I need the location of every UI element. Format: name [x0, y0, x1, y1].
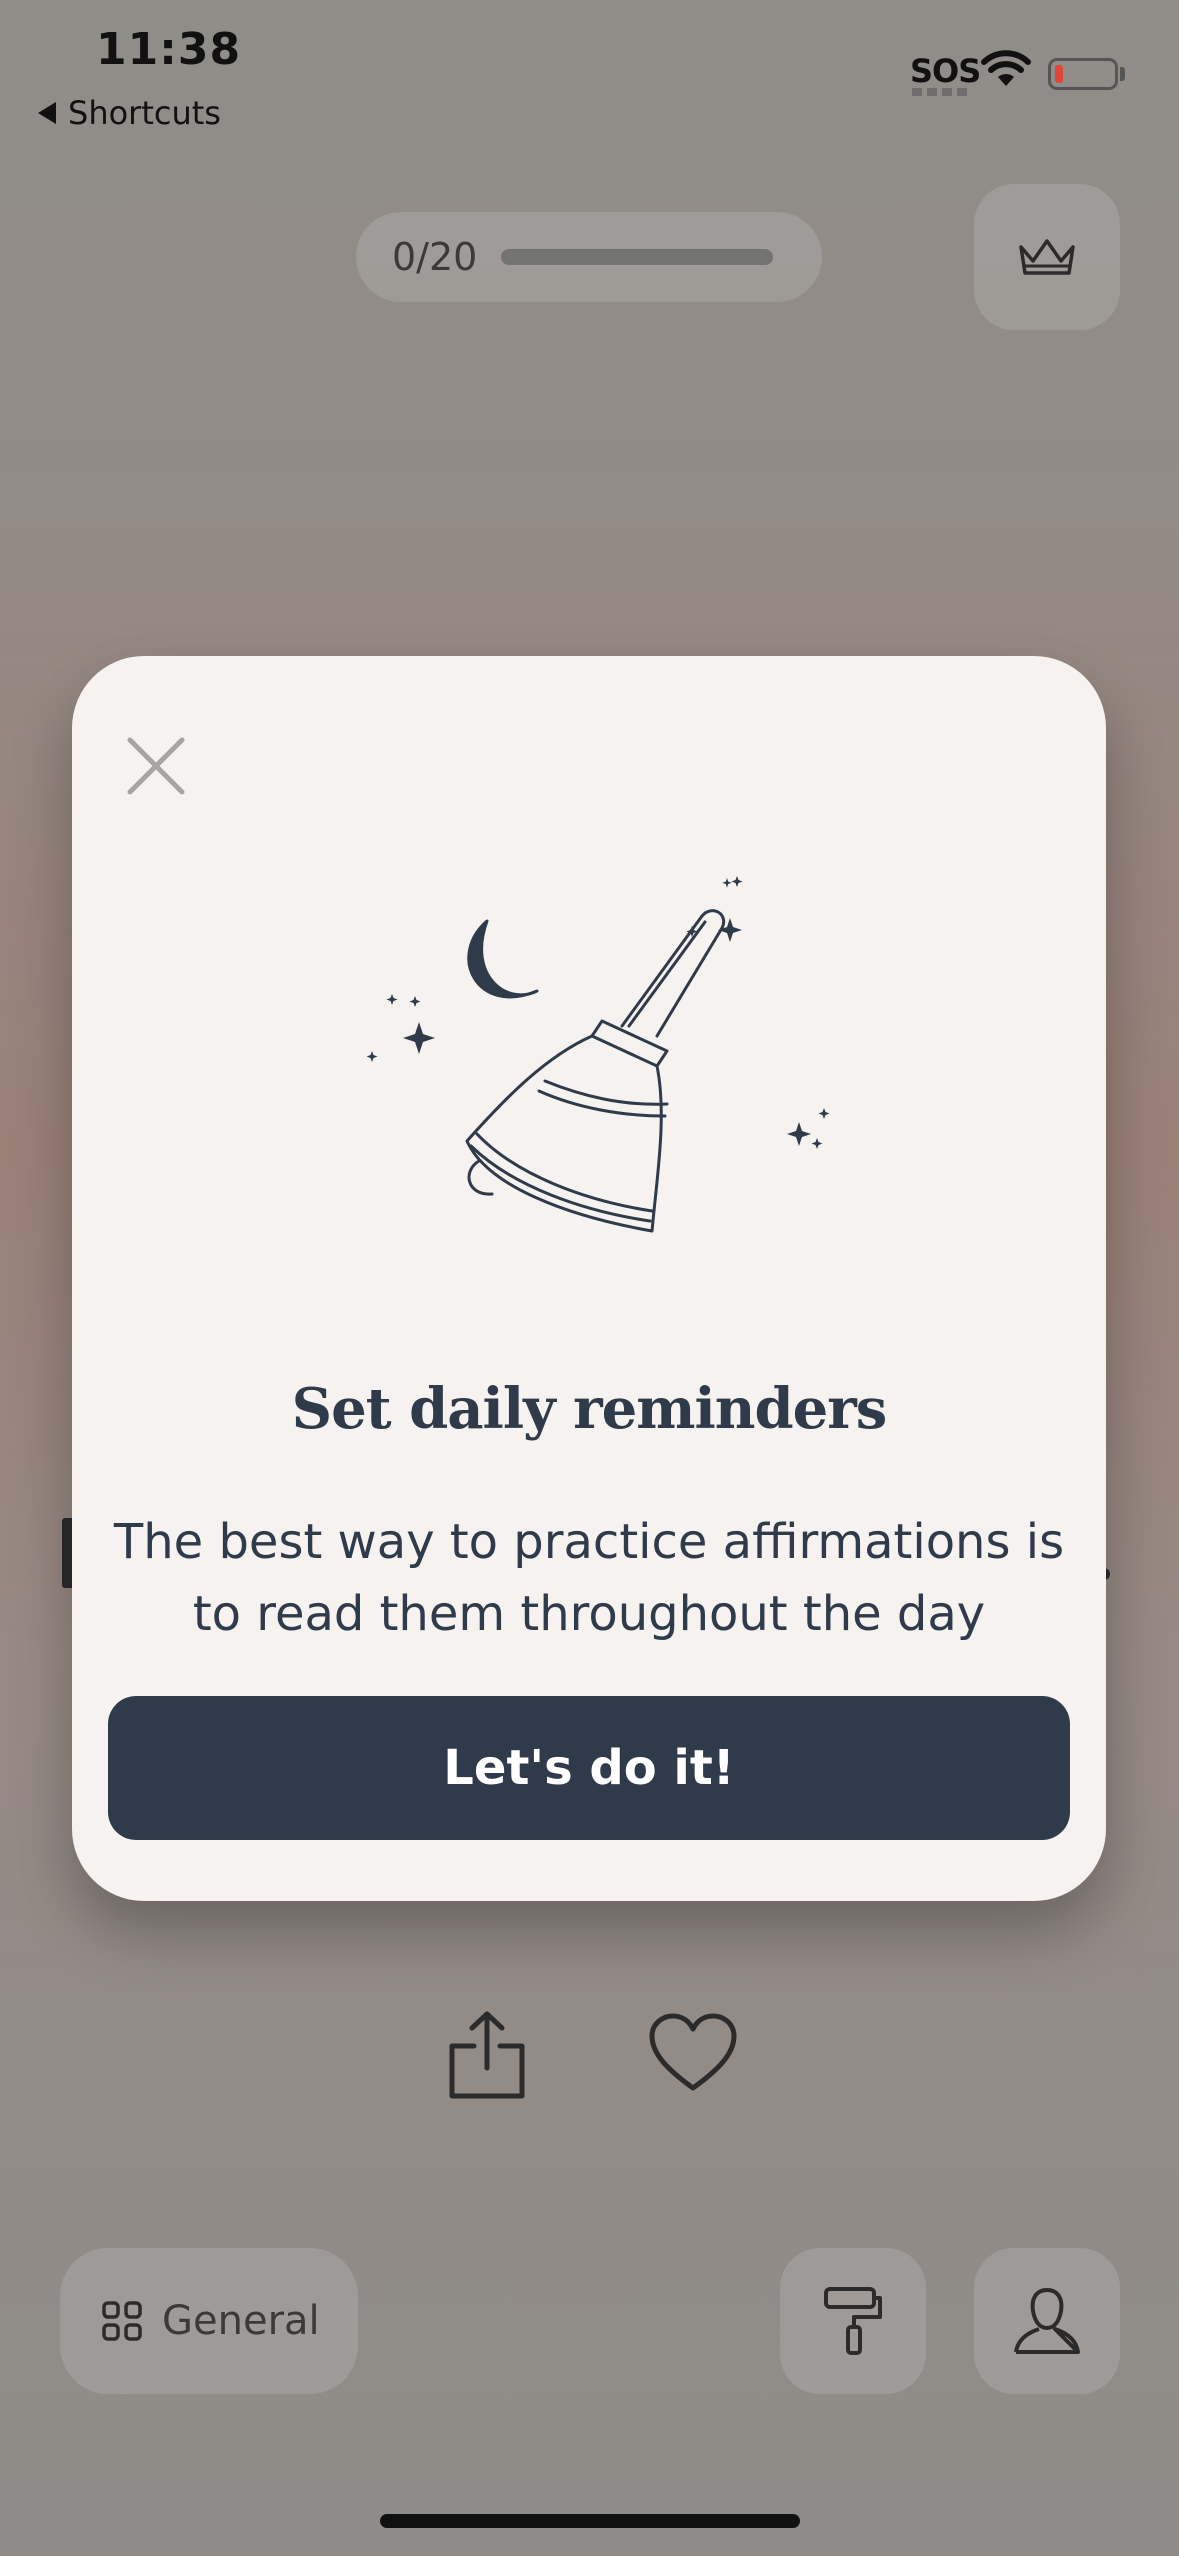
share-icon[interactable] [446, 2010, 528, 2100]
modal-title: Set daily reminders [291, 1376, 888, 1442]
sos-indicator: SOS [910, 52, 981, 90]
back-label: Shortcuts [68, 94, 221, 132]
paint-roller-icon [824, 2287, 882, 2355]
heart-icon[interactable] [648, 2012, 738, 2094]
reminder-modal: Set daily reminders The best way to prac… [72, 656, 1106, 1901]
modal-body: The best way to practice affirmations is… [113, 1514, 1065, 1642]
back-to-shortcuts[interactable]: Shortcuts [38, 94, 221, 132]
close-icon[interactable] [124, 734, 188, 798]
category-label: General [162, 2298, 320, 2344]
grid-icon [102, 2301, 142, 2341]
battery-icon [1048, 58, 1118, 90]
crown-icon [1019, 239, 1075, 275]
wifi-icon [981, 50, 1031, 86]
battery-level [1055, 65, 1063, 83]
battery-tip [1120, 67, 1125, 81]
progress-label: 0/20 [392, 235, 478, 279]
premium-button[interactable] [974, 184, 1120, 330]
person-icon [1014, 2288, 1080, 2354]
signal-dots [912, 88, 968, 96]
themes-button[interactable] [780, 2248, 926, 2394]
bell-moon-stars-illustration [367, 876, 830, 1233]
progress-bar [501, 249, 774, 265]
home-indicator[interactable] [380, 2514, 800, 2528]
profile-button[interactable] [974, 2248, 1120, 2394]
status-time: 11:38 [96, 24, 242, 75]
affirmation-progress[interactable]: 0/20 [356, 212, 822, 302]
lets-do-it-button[interactable]: Let's do it! [108, 1696, 1070, 1840]
back-arrow-icon [38, 102, 56, 124]
category-button[interactable]: General [60, 2248, 358, 2394]
